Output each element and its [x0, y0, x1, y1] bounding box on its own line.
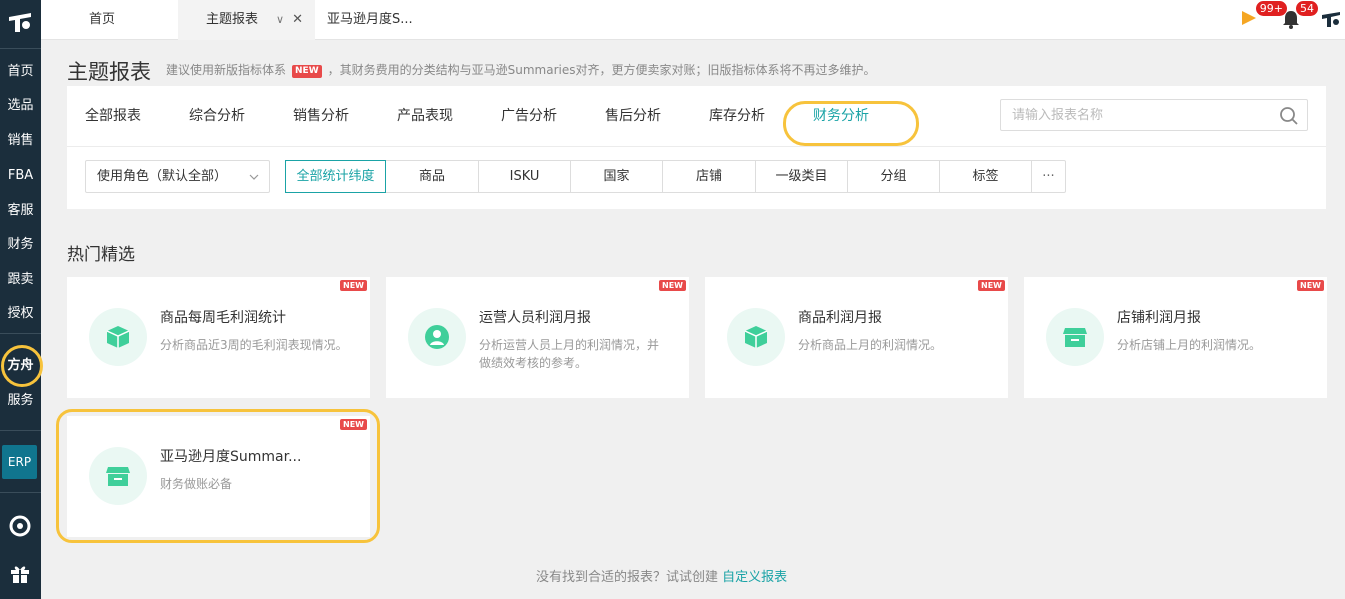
report-card[interactable]: NEW 商品利润月报 分析商品上月的利润情况。 — [705, 277, 1008, 398]
dimension-filter: 全部统计纬度 商品 ISKU 国家 店铺 一级类目 分组 标签 ··· — [285, 160, 1066, 193]
chevron-down-icon — [249, 174, 259, 180]
card-description: 分析运营人员上月的利润情况，并做绩效考核的参考。 — [479, 338, 660, 370]
top-tab-bar: 首页 主题报表 ∨ ✕ 亚马逊月度S... 99+ 54 — [41, 0, 1345, 40]
footer-text: 没有找到合适的报表？试试创建 — [536, 570, 719, 585]
panel-divider — [67, 146, 1326, 147]
role-select-value: 使用角色（默认全部） — [97, 169, 228, 184]
page-title: 主题报表 — [67, 60, 151, 84]
tab-amazon-monthly[interactable]: 亚马逊月度S... — [327, 0, 467, 40]
report-search — [1000, 99, 1308, 131]
tab-inventory-analysis[interactable]: 库存分析 — [709, 86, 765, 146]
filter-panel: 全部报表 综合分析 销售分析 产品表现 广告分析 售后分析 库存分析 财务分析 … — [67, 86, 1326, 209]
section-title: 热门精选 — [67, 245, 135, 265]
custom-report-link[interactable]: 自定义报表 — [722, 570, 787, 585]
report-card[interactable]: NEW 运营人员利润月报 分析运营人员上月的利润情况，并做绩效考核的参考。 — [386, 277, 689, 398]
card-title: 商品每周毛利润统计 — [160, 310, 286, 326]
sidebar-divider — [0, 430, 41, 431]
sidebar-divider — [0, 48, 41, 49]
report-card[interactable]: NEW 商品每周毛利润统计 分析商品近3周的毛利润表现情况。 — [67, 277, 370, 398]
dim-product[interactable]: 商品 — [386, 161, 479, 192]
dim-isku[interactable]: ISKU — [479, 161, 571, 192]
new-badge: NEW — [292, 65, 322, 78]
app-logo-icon[interactable] — [6, 8, 34, 36]
bell-count-badge: 54 — [1296, 1, 1318, 16]
notice-before: 建议使用新版指标体系 — [166, 63, 287, 77]
sidebar-item-fba[interactable]: FBA — [0, 161, 41, 191]
new-badge: NEW — [978, 280, 1005, 291]
tab-all-reports[interactable]: 全部报表 — [85, 86, 141, 146]
tab-label: 主题报表 — [206, 12, 259, 27]
box-icon — [89, 308, 147, 366]
card-description: 分析商品上月的利润情况。 — [798, 338, 943, 352]
dim-group[interactable]: 分组 — [848, 161, 940, 192]
card-title: 店铺利润月报 — [1117, 310, 1201, 326]
sidebar-item-home[interactable]: 首页 — [0, 57, 41, 87]
dim-store[interactable]: 店铺 — [663, 161, 756, 192]
search-input[interactable] — [1001, 100, 1271, 130]
box-icon — [727, 308, 785, 366]
sidebar-item-services[interactable]: 服务 — [0, 386, 41, 416]
tab-aftersale-analysis[interactable]: 售后分析 — [605, 86, 661, 146]
more-options-button[interactable]: ··· — [1032, 161, 1065, 192]
notice-after: ，其财务费用的分类结构与亚马逊Summaries对齐，更方便卖家对账；旧版指标体… — [327, 63, 876, 77]
sidebar-item-finance[interactable]: 财务 — [0, 230, 41, 260]
sidebar-divider — [0, 492, 41, 493]
search-icon[interactable] — [1279, 106, 1299, 126]
tab-overall-analysis[interactable]: 综合分析 — [189, 86, 245, 146]
person-icon — [408, 308, 466, 366]
sidebar-item-follow[interactable]: 跟卖 — [0, 265, 41, 295]
dim-category[interactable]: 一级类目 — [756, 161, 848, 192]
sidebar-divider — [0, 333, 41, 334]
tab-home[interactable]: 首页 — [41, 0, 178, 40]
dim-tag[interactable]: 标签 — [940, 161, 1032, 192]
card-title: 商品利润月报 — [798, 310, 882, 326]
footer-hint: 没有找到合适的报表？试试创建 自定义报表 — [536, 566, 787, 585]
tab-theme-report[interactable]: 主题报表 ∨ ✕ — [178, 0, 315, 40]
chevron-down-icon[interactable]: ∨ — [276, 13, 284, 26]
card-highlight — [56, 409, 380, 543]
notice-text: 建议使用新版指标体系 NEW ，其财务费用的分类结构与亚马逊Summaries对齐，… — [166, 61, 876, 78]
left-sidebar: 首页 选品 销售 FBA 客服 财务 跟卖 授权 方舟 服务 ERP — [0, 0, 43, 599]
gift-icon[interactable] — [8, 561, 32, 585]
sidebar-item-service[interactable]: 客服 — [0, 196, 41, 226]
tab-label: 首页 — [89, 12, 116, 27]
dim-country[interactable]: 国家 — [571, 161, 663, 192]
store-icon — [1046, 308, 1104, 366]
close-icon[interactable]: ✕ — [292, 12, 303, 27]
dim-all[interactable]: 全部统计纬度 — [285, 160, 386, 193]
sidebar-item-auth[interactable]: 授权 — [0, 299, 41, 329]
tab-label: 亚马逊月度S... — [327, 12, 413, 27]
new-badge: NEW — [1297, 280, 1324, 291]
report-card[interactable]: NEW 店铺利润月报 分析店铺上月的利润情况。 — [1024, 277, 1327, 398]
role-select[interactable]: 使用角色（默认全部） — [85, 160, 270, 193]
tab-product-performance[interactable]: 产品表现 — [397, 86, 453, 146]
finance-tab-highlight — [783, 101, 919, 146]
sidebar-item-selection[interactable]: 选品 — [0, 91, 41, 121]
erp-button[interactable]: ERP — [2, 445, 37, 479]
flag-icon[interactable] — [1240, 9, 1258, 27]
new-badge: NEW — [659, 280, 686, 291]
card-title: 运营人员利润月报 — [479, 310, 591, 326]
sidebar-item-sales[interactable]: 销售 — [0, 126, 41, 156]
new-badge: NEW — [340, 280, 367, 291]
card-description: 分析店铺上月的利润情况。 — [1117, 338, 1262, 352]
card-description: 分析商品近3周的毛利润表现情况。 — [160, 338, 348, 352]
tab-ad-analysis[interactable]: 广告分析 — [501, 86, 557, 146]
avatar[interactable] — [1320, 8, 1342, 30]
tab-sales-analysis[interactable]: 销售分析 — [293, 86, 349, 146]
support-icon[interactable] — [8, 514, 32, 538]
sidebar-ark-highlight — [1, 345, 43, 387]
